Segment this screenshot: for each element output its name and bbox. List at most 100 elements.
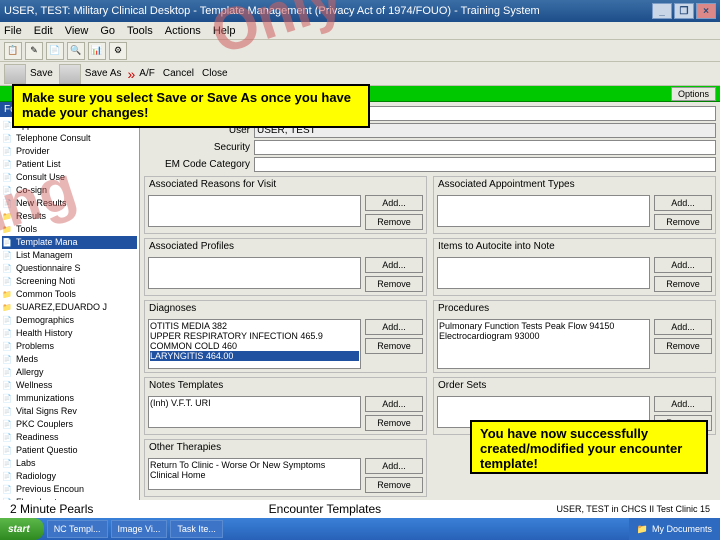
procedures-remove[interactable]: Remove xyxy=(654,338,712,354)
toolbar-icons: 📋 ✎ 📄 🔍 📊 ⚙ xyxy=(0,40,720,62)
save-icon[interactable] xyxy=(4,64,26,84)
other-remove[interactable]: Remove xyxy=(365,477,423,493)
autocite-remove[interactable]: Remove xyxy=(654,276,712,292)
tree-item[interactable]: PKC Couplers xyxy=(2,418,137,431)
reasons-remove[interactable]: Remove xyxy=(365,214,423,230)
menu-view[interactable]: View xyxy=(65,25,89,37)
window-maximize[interactable]: ❐ xyxy=(674,3,694,19)
tree-item[interactable]: Common Tools xyxy=(2,288,137,301)
diagnoses-add[interactable]: Add... xyxy=(365,319,423,335)
folder-pane: Folder... AppointmentTelephone ConsultPr… xyxy=(0,102,140,500)
notes-list[interactable]: (Inh) V.F.T. URI xyxy=(148,396,361,428)
tree-item[interactable]: Consult Use xyxy=(2,171,137,184)
tree-item[interactable]: Tools xyxy=(2,223,137,236)
diagnoses-remove[interactable]: Remove xyxy=(365,338,423,354)
tb-icon-1[interactable]: 📋 xyxy=(4,42,22,60)
menu-tools[interactable]: Tools xyxy=(127,25,153,37)
menu-actions[interactable]: Actions xyxy=(165,25,201,37)
profiles-header: Associated Profiles xyxy=(145,239,426,254)
procedures-header: Procedures xyxy=(434,301,715,316)
tree-item[interactable]: Template Mana xyxy=(2,236,137,249)
system-tray[interactable]: 📁My Documents xyxy=(629,518,720,540)
close-button[interactable]: Close xyxy=(202,68,228,79)
tree-item[interactable]: Screening Noti xyxy=(2,275,137,288)
security-input[interactable] xyxy=(254,140,716,155)
orders-add[interactable]: Add... xyxy=(654,396,712,412)
taskbar: start NC Templ... Image Vi... Task Ite..… xyxy=(0,518,720,540)
start-button[interactable]: start xyxy=(0,518,44,540)
task-3[interactable]: Task Ite... xyxy=(170,520,223,538)
appts-remove[interactable]: Remove xyxy=(654,214,712,230)
appts-add[interactable]: Add... xyxy=(654,195,712,211)
window-title: USER, TEST: Military Clinical Desktop - … xyxy=(4,5,540,17)
folder-tree[interactable]: AppointmentTelephone ConsultProviderPati… xyxy=(0,117,139,500)
tree-item[interactable]: Health History xyxy=(2,327,137,340)
tree-item[interactable]: Telephone Consult xyxy=(2,132,137,145)
other-add[interactable]: Add... xyxy=(365,458,423,474)
orders-header: Order Sets xyxy=(434,378,715,393)
emcode-label: EM Code Category xyxy=(144,159,254,170)
tree-item[interactable]: New Results xyxy=(2,197,137,210)
menu-go[interactable]: Go xyxy=(100,25,115,37)
menu-help[interactable]: Help xyxy=(213,25,236,37)
menubar: File Edit View Go Tools Actions Help xyxy=(0,22,720,40)
footer-left: 2 Minute Pearls xyxy=(10,502,93,516)
tree-item[interactable]: Questionnaire S xyxy=(2,262,137,275)
tree-item[interactable]: Provider xyxy=(2,145,137,158)
slide-footer: 2 Minute Pearls Encounter Templates USER… xyxy=(0,500,720,518)
tb-icon-6[interactable]: ⚙ xyxy=(109,42,127,60)
tree-item[interactable]: Co-sign xyxy=(2,184,137,197)
saveas-icon[interactable] xyxy=(59,64,81,84)
tree-item[interactable]: Results xyxy=(2,210,137,223)
tb-icon-4[interactable]: 🔍 xyxy=(67,42,85,60)
window-minimize[interactable]: _ xyxy=(652,3,672,19)
tree-item[interactable]: Previous Encoun xyxy=(2,483,137,496)
task-1[interactable]: NC Templ... xyxy=(47,520,108,538)
task-2[interactable]: Image Vi... xyxy=(111,520,168,538)
security-label: Security xyxy=(144,142,254,153)
tree-item[interactable]: Immunizations xyxy=(2,392,137,405)
tree-item[interactable]: Vital Signs Rev xyxy=(2,405,137,418)
emcode-input[interactable] xyxy=(254,157,716,172)
saveas-button[interactable]: Save As xyxy=(85,68,122,79)
tree-item[interactable]: Meds xyxy=(2,353,137,366)
autocite-add[interactable]: Add... xyxy=(654,257,712,273)
tree-item[interactable]: SUAREZ,EDUARDO J xyxy=(2,301,137,314)
profiles-list[interactable] xyxy=(148,257,361,289)
reasons-add[interactable]: Add... xyxy=(365,195,423,211)
footer-right: USER, TEST in CHCS II Test Clinic 15 xyxy=(556,504,710,514)
diagnoses-list[interactable]: OTITIS MEDIA 382UPPER RESPIRATORY INFECT… xyxy=(148,319,361,369)
tb-icon-2[interactable]: ✎ xyxy=(25,42,43,60)
cancel-button[interactable]: Cancel xyxy=(163,68,194,79)
tree-item[interactable]: Readiness xyxy=(2,431,137,444)
reasons-list[interactable] xyxy=(148,195,361,227)
tree-item[interactable]: List Managem xyxy=(2,249,137,262)
notes-add[interactable]: Add... xyxy=(365,396,423,412)
save-button[interactable]: Save xyxy=(30,68,53,79)
window-close[interactable]: × xyxy=(696,3,716,19)
profiles-add[interactable]: Add... xyxy=(365,257,423,273)
tree-item[interactable]: Allergy xyxy=(2,366,137,379)
notes-remove[interactable]: Remove xyxy=(365,415,423,431)
tree-item[interactable]: Problems xyxy=(2,340,137,353)
af-button[interactable]: A/F xyxy=(139,68,155,79)
procedures-list[interactable]: Pulmonary Function Tests Peak Flow 94150… xyxy=(437,319,650,369)
profiles-remove[interactable]: Remove xyxy=(365,276,423,292)
options-button[interactable]: Options xyxy=(671,87,716,101)
tree-item[interactable]: Patient Questio xyxy=(2,444,137,457)
appts-header: Associated Appointment Types xyxy=(434,177,715,192)
tree-item[interactable]: Demographics xyxy=(2,314,137,327)
tree-item[interactable]: Patient List xyxy=(2,158,137,171)
procedures-add[interactable]: Add... xyxy=(654,319,712,335)
menu-file[interactable]: File xyxy=(4,25,22,37)
tree-item[interactable]: Wellness xyxy=(2,379,137,392)
tree-item[interactable]: Labs xyxy=(2,457,137,470)
tree-item[interactable]: Radiology xyxy=(2,470,137,483)
appts-list[interactable] xyxy=(437,195,650,227)
other-list[interactable]: Return To Clinic - Worse Or New Symptoms… xyxy=(148,458,361,490)
callout-success: You have now successfully created/modifi… xyxy=(470,420,708,474)
autocite-list[interactable] xyxy=(437,257,650,289)
tb-icon-3[interactable]: 📄 xyxy=(46,42,64,60)
tb-icon-5[interactable]: 📊 xyxy=(88,42,106,60)
menu-edit[interactable]: Edit xyxy=(34,25,53,37)
